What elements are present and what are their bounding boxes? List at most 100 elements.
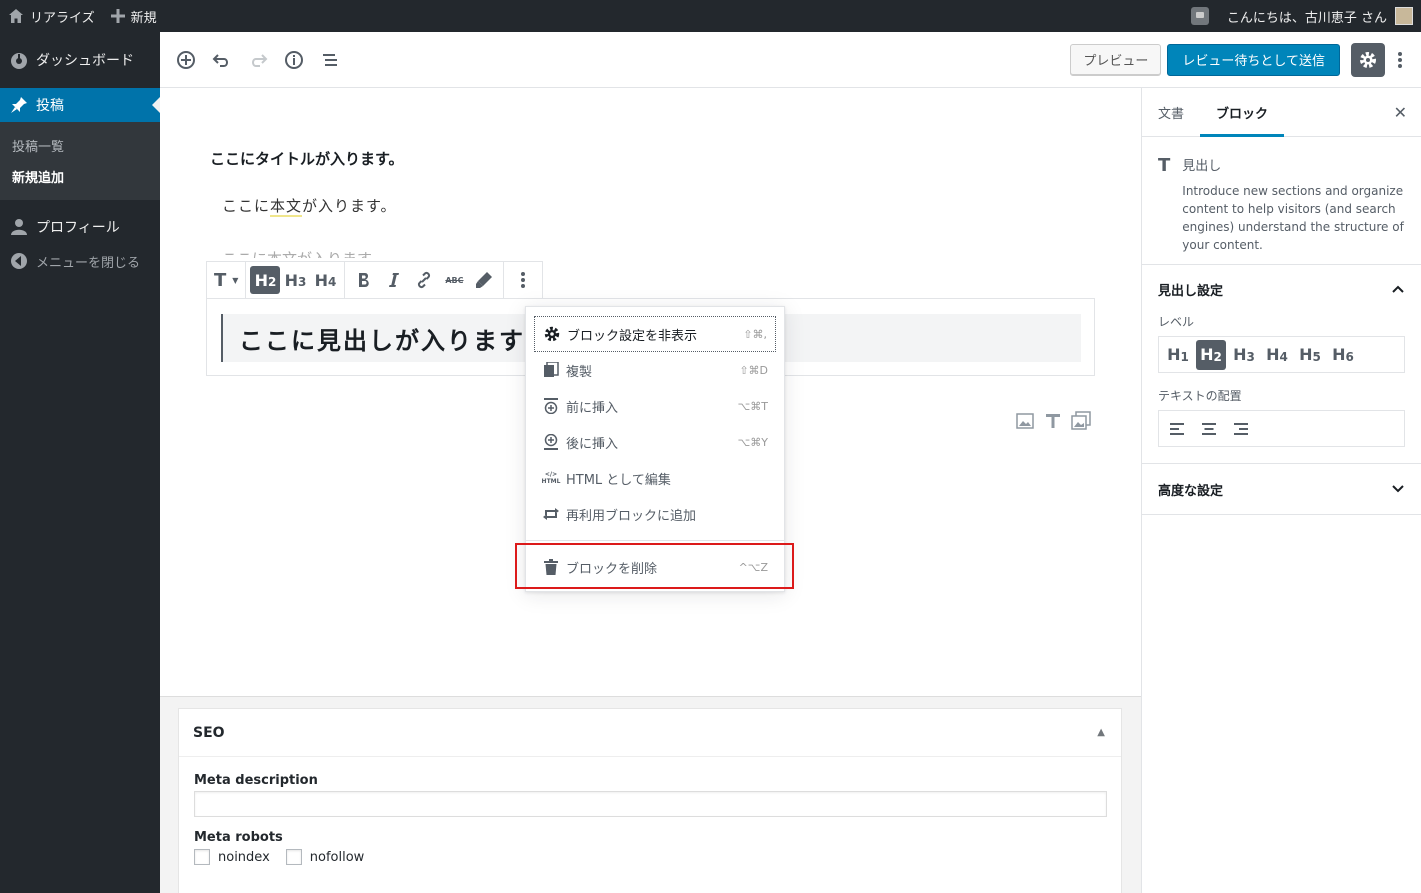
- comment-bubble-icon[interactable]: [1190, 7, 1209, 25]
- reusable-icon: [543, 508, 559, 520]
- noindex-checkbox[interactable]: [194, 849, 210, 865]
- level-h1-button[interactable]: H1: [1163, 340, 1193, 370]
- level-h6-button[interactable]: H6: [1328, 340, 1358, 370]
- level-h4-button[interactable]: H4: [1262, 340, 1292, 370]
- para-text-highlight: 本文: [270, 197, 303, 217]
- dropdown-caret-icon: ▼: [232, 275, 239, 285]
- bold-button[interactable]: [349, 266, 379, 294]
- para-text-before: ここに: [222, 197, 271, 215]
- settings-button[interactable]: [1351, 42, 1385, 77]
- align-center-icon[interactable]: [1199, 419, 1219, 439]
- sidebar-subitem-all-posts[interactable]: 投稿一覧: [0, 130, 160, 161]
- text-align-selector: [1158, 410, 1405, 447]
- more-menu-button[interactable]: [1385, 43, 1415, 77]
- gallery-icon[interactable]: [1071, 411, 1091, 431]
- undo-button[interactable]: [204, 42, 240, 78]
- chevron-down-icon: [1392, 485, 1404, 493]
- level-h3-button[interactable]: H3: [1229, 340, 1259, 370]
- block-more-options-button[interactable]: [508, 266, 538, 294]
- preview-button[interactable]: プレビュー: [1070, 43, 1162, 76]
- link-button[interactable]: [409, 266, 439, 294]
- nofollow-checkbox[interactable]: [285, 849, 302, 865]
- align-right-icon[interactable]: [1231, 419, 1251, 439]
- highlight-button[interactable]: [469, 266, 499, 294]
- greeting[interactable]: こんにちは、古川恵子 さん: [1227, 7, 1387, 26]
- sidebar-subitem-add-new[interactable]: 新規追加: [0, 161, 160, 192]
- tab-document[interactable]: 文書: [1142, 88, 1200, 137]
- undo-icon: [212, 53, 228, 67]
- settings-sidebar: 文書 ブロック ✕ T 見出し Introduce new sections a…: [1141, 88, 1421, 893]
- level-number: 4: [1279, 349, 1288, 364]
- text-icon[interactable]: [1043, 411, 1063, 431]
- tab-block[interactable]: ブロック: [1200, 88, 1285, 137]
- more-vertical-icon: [521, 272, 526, 288]
- advanced-settings-toggle[interactable]: 高度な設定: [1142, 464, 1421, 514]
- sidebar-item-dashboard[interactable]: ダッシュボード: [0, 32, 160, 88]
- block-navigation-button[interactable]: [312, 42, 348, 78]
- level-h2-button[interactable]: H2: [1196, 339, 1226, 370]
- bold-icon: [359, 273, 370, 287]
- chevron-up-icon: [1392, 285, 1404, 293]
- h4-number: 4: [327, 275, 337, 289]
- menu-item-label: ブロック設定を非表示: [567, 328, 698, 344]
- level-h5-button[interactable]: H5: [1295, 340, 1325, 370]
- plus-icon: [110, 9, 125, 23]
- content-info-button[interactable]: [276, 42, 312, 78]
- menu-separator: [526, 540, 784, 541]
- collapse-toggle-icon[interactable]: ▲: [1097, 727, 1105, 738]
- level-letter: H: [1167, 345, 1181, 364]
- seo-metabox-header[interactable]: SEO ▲: [179, 709, 1121, 757]
- level-letter: H: [1200, 345, 1214, 364]
- h4-letter: H: [314, 270, 328, 290]
- redo-button[interactable]: [240, 42, 276, 78]
- list-icon: [323, 53, 337, 66]
- html-icon: </> HTML: [541, 471, 561, 485]
- menu-item-insert-after[interactable]: 後に挿入 ⌥⌘Y: [534, 424, 776, 460]
- menu-item-duplicate[interactable]: 複製 ⇧⌘D: [534, 352, 776, 388]
- paragraph-block[interactable]: ここに本文が入ります。: [222, 195, 397, 217]
- sidebar-item-posts[interactable]: 投稿: [0, 88, 160, 122]
- site-name: リアライズ: [30, 10, 95, 26]
- heading-settings-toggle[interactable]: 見出し設定: [1142, 265, 1421, 313]
- home-icon: [9, 9, 23, 23]
- gear-icon: [544, 326, 560, 342]
- heading-level-3-button[interactable]: H3: [280, 266, 310, 294]
- menu-item-label: HTML として編集: [566, 472, 671, 488]
- menu-item-shortcut: ⇧⌘D: [739, 363, 768, 377]
- menu-item-hide-settings[interactable]: ブロック設定を非表示 ⇧⌘,: [534, 316, 776, 352]
- menu-item-insert-before[interactable]: 前に挿入 ⌥⌘T: [534, 388, 776, 424]
- menu-item-edit-html[interactable]: </> HTML HTML として編集: [534, 460, 776, 496]
- seo-metabox: SEO ▲ Meta description Meta robots noind…: [178, 708, 1122, 893]
- sidebar-item-profile[interactable]: プロフィール: [0, 210, 160, 244]
- paragraph-block-hidden[interactable]: ここに本文が入ります: [222, 248, 372, 258]
- heading-level-2-button[interactable]: H2: [250, 266, 281, 294]
- collapse-arrow-icon: [11, 253, 27, 269]
- close-icon[interactable]: ✕: [1394, 103, 1407, 122]
- avatar[interactable]: [1395, 7, 1413, 25]
- collapse-label: メニューを閉じる: [36, 255, 141, 271]
- strikethrough-button[interactable]: ABC: [439, 266, 469, 294]
- add-block-button[interactable]: [168, 42, 204, 78]
- admin-sidebar: ダッシュボード 投稿 投稿一覧 新規追加 プロフィール メニューを閉じる: [0, 32, 160, 893]
- align-left-icon[interactable]: [1167, 419, 1187, 439]
- menu-item-label: 再利用ブロックに追加: [566, 508, 697, 524]
- block-switcher-button[interactable]: T ▼: [211, 266, 241, 294]
- meta-description-input[interactable]: [194, 791, 1107, 817]
- sidebar-item-label: 投稿: [36, 98, 64, 114]
- heading-level-4-button[interactable]: H4: [310, 266, 340, 294]
- sidebar-item-label: プロフィール: [36, 220, 120, 236]
- collapse-menu-button[interactable]: メニューを閉じる: [0, 244, 160, 278]
- menu-item-add-reusable[interactable]: 再利用ブロックに追加: [534, 496, 776, 532]
- site-name-link[interactable]: リアライズ: [0, 0, 103, 32]
- image-icon[interactable]: [1015, 411, 1035, 431]
- italic-button[interactable]: [379, 266, 409, 294]
- new-content-link[interactable]: 新規: [103, 0, 165, 32]
- post-title[interactable]: ここにタイトルが入ります。: [210, 148, 404, 169]
- highlight-annotation-box: [515, 543, 794, 589]
- admin-bar: リアライズ 新規 こんにちは、古川恵子 さん: [0, 0, 1421, 32]
- submit-for-review-button[interactable]: レビュー待ちとして送信: [1167, 43, 1340, 76]
- menu-item-label: 複製: [566, 364, 593, 380]
- block-card-title: 見出し: [1182, 159, 1222, 174]
- level-number: 1: [1180, 349, 1189, 364]
- new-label: 新規: [130, 10, 157, 26]
